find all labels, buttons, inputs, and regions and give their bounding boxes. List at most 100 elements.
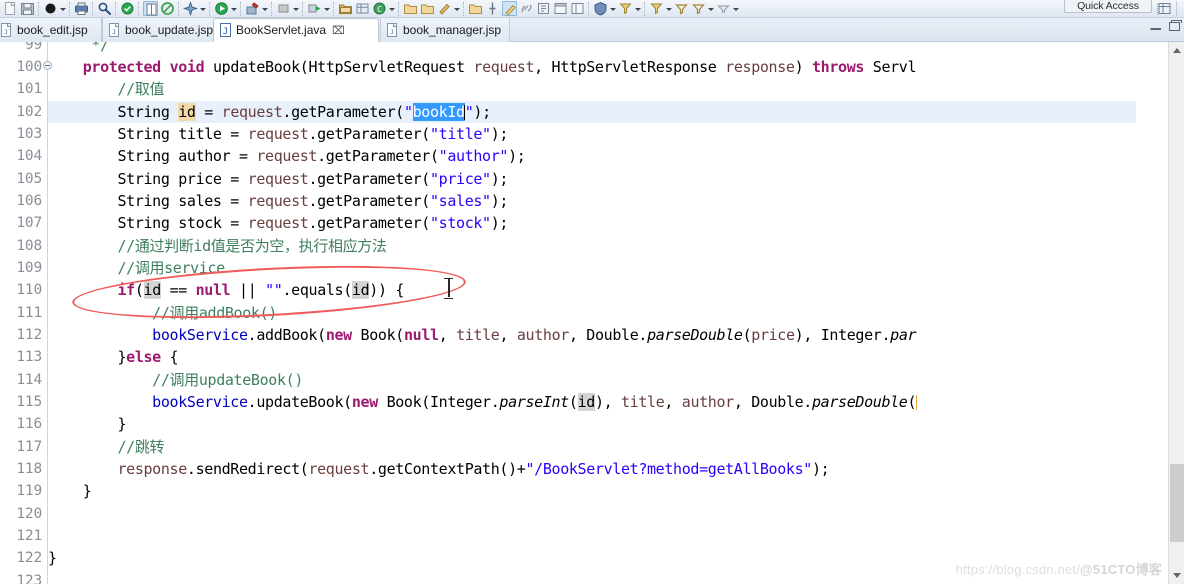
code-line-109: //调用service	[117, 259, 225, 277]
quick-access-label: Quick Access	[1077, 0, 1139, 12]
run-last-icon[interactable]	[307, 1, 322, 16]
tab-bookservlet-java[interactable]: J BookServlet.java ⌧	[213, 18, 379, 42]
new-class-icon[interactable]: C	[372, 1, 387, 16]
editor-window-controls	[1150, 20, 1182, 31]
save-icon[interactable]	[20, 1, 35, 16]
open-resource-icon[interactable]	[468, 1, 483, 16]
line-number: 123	[16, 573, 42, 584]
eclipse-ide-window: C Quick Access J book_edit.jsp J book_up…	[0, 0, 1184, 584]
code-line-103: String title = request.getParameter("tit…	[48, 125, 509, 143]
line-number: 104	[16, 148, 42, 164]
open-type-icon[interactable]	[143, 1, 158, 16]
toolbar-separator	[644, 1, 646, 16]
next-annotation-icon[interactable]	[649, 1, 664, 16]
run-dropdown-arrow[interactable]	[230, 2, 237, 16]
editor-icon[interactable]	[502, 1, 517, 16]
print-icon[interactable]	[74, 1, 89, 16]
main-toolbar: C Quick Access	[0, 0, 1184, 18]
link-icon[interactable]	[519, 1, 534, 16]
code-line-105: String price = request.getParameter("pri…	[48, 170, 509, 188]
jsp-file-icon: J	[108, 23, 121, 37]
close-icon[interactable]: ⌧	[332, 24, 345, 37]
line-number: 120	[16, 506, 42, 522]
validate-icon[interactable]	[120, 1, 135, 16]
minimize-icon[interactable]	[1150, 21, 1161, 30]
open-perspective-icon[interactable]	[1157, 1, 1172, 16]
scroll-down-arrow-icon[interactable]	[1169, 567, 1184, 584]
coverage-dropdown-arrow[interactable]	[261, 2, 268, 16]
quick-fix-icon[interactable]	[437, 1, 452, 16]
jsp-file-icon: J	[386, 23, 399, 37]
code-line-104: String author = request.getParameter("au…	[48, 147, 526, 165]
back-dropdown-arrow[interactable]	[732, 2, 739, 16]
line-number: 114	[16, 372, 42, 388]
new-package-icon[interactable]	[355, 1, 370, 16]
toolbar-separator	[69, 1, 71, 16]
scroll-up-arrow-icon[interactable]	[1169, 42, 1184, 59]
search-icon[interactable]	[97, 1, 112, 16]
back-icon[interactable]	[716, 1, 731, 16]
tab-book-update-jsp[interactable]: J book_update.jsp	[102, 18, 226, 42]
quick-access-box[interactable]: Quick Access	[1064, 0, 1152, 13]
toolbar-separator	[178, 1, 180, 16]
code-editor[interactable]: 99 100 101 102 103 104 105 106 107 108 1…	[0, 42, 1184, 584]
code-line-112: bookService.addBook(new Book(null, title…	[152, 326, 917, 344]
perspective-icon[interactable]	[570, 1, 585, 16]
coverage-icon[interactable]	[245, 1, 260, 16]
skip-breakpoints-icon[interactable]	[160, 1, 175, 16]
toolbar-separator	[38, 1, 40, 16]
line-number: 117	[16, 439, 42, 455]
terminate-icon[interactable]	[276, 1, 291, 16]
tab-label: book_update.jsp	[125, 23, 214, 37]
search-ref-icon[interactable]	[536, 1, 551, 16]
run-config-dropdown-arrow[interactable]	[609, 2, 616, 16]
toolbar-separator	[115, 1, 117, 16]
next-annotation-dropdown-arrow[interactable]	[665, 2, 672, 16]
run-last-dropdown-arrow[interactable]	[323, 2, 330, 16]
editor-vertical-scrollbar[interactable]	[1168, 42, 1184, 584]
line-number: 110	[16, 282, 42, 298]
maximize-icon[interactable]	[1169, 20, 1182, 31]
filter-dropdown-arrow[interactable]	[634, 2, 641, 16]
run-config-icon[interactable]	[593, 1, 608, 16]
quick-fix-dropdown-arrow[interactable]	[453, 2, 460, 16]
tab-book-manager-jsp[interactable]: J book_manager.jsp	[380, 18, 510, 42]
run-icon[interactable]	[214, 1, 229, 16]
terminate-dropdown-arrow[interactable]	[292, 2, 299, 16]
code-line-99: */	[48, 42, 109, 54]
mouse-i-beam-cursor	[444, 278, 453, 299]
line-number: 108	[16, 238, 42, 254]
line-number: 100	[16, 59, 42, 75]
last-edit-dropdown-arrow[interactable]	[707, 2, 714, 16]
code-text-area[interactable]: */ protected void updateBook(HttpServlet…	[48, 42, 1184, 584]
open-folder-icon[interactable]	[403, 1, 418, 16]
debug-icon[interactable]	[43, 1, 58, 16]
external-tools-icon[interactable]	[183, 1, 198, 16]
filter-icon[interactable]	[618, 1, 633, 16]
watermark-handle: @51CTO博客	[1080, 562, 1162, 577]
line-number: 115	[16, 394, 42, 410]
pin-icon[interactable]	[485, 1, 500, 16]
browser-icon[interactable]	[553, 1, 568, 16]
tab-book-edit-jsp[interactable]: J book_edit.jsp	[0, 18, 102, 42]
watermark-url: https://blog.csdn.net/	[955, 562, 1081, 577]
debug-dropdown-arrow[interactable]	[59, 2, 66, 16]
scrollbar-thumb[interactable]	[1170, 464, 1184, 542]
tab-label: BookServlet.java	[236, 23, 327, 37]
new-class-dropdown-arrow[interactable]	[388, 2, 395, 16]
toolbar-divider	[1176, 1, 1177, 16]
new-java-project-icon[interactable]	[338, 1, 353, 16]
new-file-icon[interactable]	[3, 1, 18, 16]
prev-annotation-icon[interactable]	[674, 1, 689, 16]
jsp-file-icon: J	[0, 23, 13, 37]
open-folder2-icon[interactable]	[420, 1, 435, 16]
code-line-113: }else {	[48, 348, 179, 366]
line-number: 99	[24, 42, 42, 53]
line-number: 118	[16, 461, 42, 477]
line-number-gutter: 99 100 101 102 103 104 105 106 107 108 1…	[0, 42, 52, 584]
last-edit-icon[interactable]	[691, 1, 706, 16]
code-line-106: String sales = request.getParameter("sal…	[48, 192, 509, 210]
external-tools-dropdown-arrow[interactable]	[199, 2, 206, 16]
line-number: 101	[16, 81, 42, 97]
